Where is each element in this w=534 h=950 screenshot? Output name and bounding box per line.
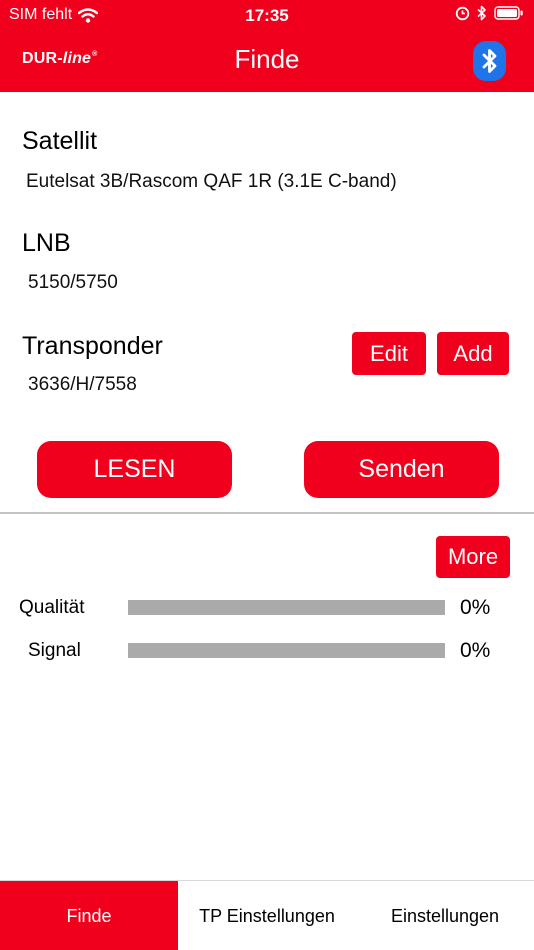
battery-icon bbox=[494, 6, 523, 20]
bluetooth-status-icon bbox=[477, 5, 486, 21]
bluetooth-icon bbox=[482, 49, 496, 73]
lnb-label: LNB bbox=[22, 229, 71, 257]
read-button[interactable]: LESEN bbox=[37, 441, 232, 498]
section-divider bbox=[0, 512, 534, 514]
tab-bar: Finde TP Einstellungen Einstellungen bbox=[0, 880, 534, 950]
status-icons bbox=[455, 5, 524, 21]
signal-meter bbox=[128, 643, 445, 658]
quality-meter bbox=[128, 600, 445, 615]
satellite-label: Satellit bbox=[22, 127, 98, 155]
signal-label: Signal bbox=[28, 640, 81, 661]
quality-percent: 0% bbox=[460, 596, 491, 619]
transponder-label: Transponder bbox=[22, 332, 163, 360]
more-button[interactable]: More bbox=[436, 536, 510, 578]
top-header: SIM fehlt 17:35 DUR- line ® Finde bbox=[0, 0, 534, 92]
lnb-value[interactable]: 5150/5750 bbox=[28, 272, 118, 294]
transponder-value[interactable]: 3636/H/7558 bbox=[28, 374, 137, 396]
tab-tp-einstellungen[interactable]: TP Einstellungen bbox=[178, 881, 356, 950]
tab-einstellungen[interactable]: Einstellungen bbox=[356, 881, 534, 950]
quality-label: Qualität bbox=[19, 597, 85, 618]
clock: 17:35 bbox=[245, 6, 289, 25]
send-button[interactable]: Senden bbox=[304, 441, 499, 498]
tab-finde[interactable]: Finde bbox=[0, 881, 178, 950]
satellite-value[interactable]: Eutelsat 3B/Rascom QAF 1R (3.1E C-band) bbox=[26, 171, 397, 193]
alarm-icon bbox=[455, 6, 470, 20]
page-title: Finde bbox=[234, 44, 300, 74]
edit-transponder-button[interactable]: Edit bbox=[352, 332, 426, 375]
bluetooth-button[interactable] bbox=[473, 41, 506, 81]
status-bar: SIM fehlt 17:35 bbox=[0, 0, 534, 30]
add-transponder-button[interactable]: Add bbox=[437, 332, 509, 375]
signal-percent: 0% bbox=[460, 639, 491, 662]
